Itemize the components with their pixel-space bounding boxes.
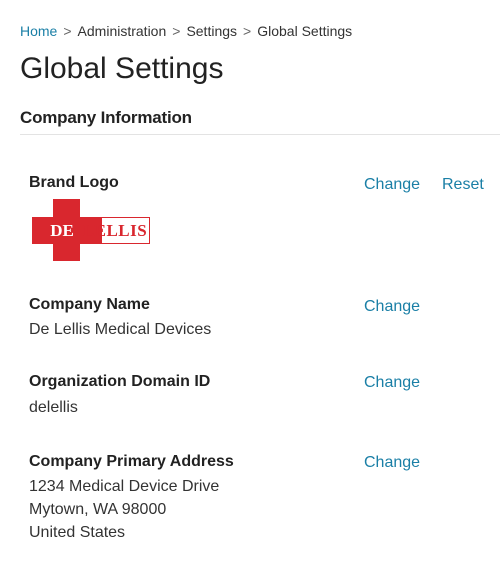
brand-logo-image: DE LELLIS	[32, 199, 152, 261]
page-title: Global Settings	[20, 52, 224, 85]
brand-logo-label: Brand Logo	[29, 174, 119, 191]
brand-logo-reset-link[interactable]: Reset	[442, 176, 484, 194]
logo-text-de: DE	[50, 221, 74, 240]
section-heading-company-information: Company Information	[20, 108, 192, 127]
breadcrumb-home-link[interactable]: Home	[20, 23, 57, 39]
breadcrumb-settings: Settings	[186, 23, 238, 39]
breadcrumb-separator: >	[243, 23, 252, 39]
company-name-value: De Lellis Medical Devices	[29, 321, 212, 338]
address-change-link[interactable]: Change	[364, 454, 420, 472]
domain-id-label: Organization Domain ID	[29, 373, 211, 390]
section-divider	[20, 134, 500, 135]
breadcrumb-separator: >	[172, 23, 181, 39]
brand-logo-change-link[interactable]: Change	[364, 176, 420, 194]
address-line-1: 1234 Medical Device Drive	[29, 478, 220, 495]
breadcrumb-current: Global Settings	[257, 23, 353, 39]
domain-id-change-link[interactable]: Change	[364, 374, 420, 392]
address-line-3: United States	[29, 524, 126, 541]
domain-id-value: delellis	[29, 399, 78, 416]
company-name-label: Company Name	[29, 296, 150, 313]
breadcrumb-separator: >	[63, 23, 72, 39]
breadcrumb-administration: Administration	[77, 23, 167, 39]
breadcrumb: Home > Administration > Settings > Global Sett…	[20, 23, 352, 39]
address-label: Company Primary Address	[29, 453, 234, 470]
logo-text-lellis: LELLIS	[82, 221, 148, 240]
company-name-change-link[interactable]: Change	[364, 298, 420, 316]
address-line-2: Mytown, WA 98000	[29, 501, 167, 518]
